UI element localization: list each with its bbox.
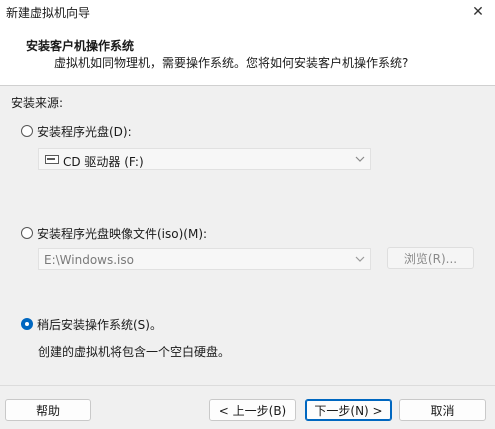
- radio-iso-image[interactable]: [21, 227, 33, 239]
- page-title: 安装客户机操作系统: [26, 39, 135, 53]
- back-button[interactable]: < 上一步(B): [209, 399, 296, 421]
- browse-button[interactable]: 浏览(R)...: [387, 247, 474, 269]
- chevron-down-icon: [355, 256, 365, 262]
- optical-drive-icon: [45, 155, 59, 164]
- radio-row-iso-image[interactable]: 安装程序光盘映像文件(iso)(M):: [21, 225, 207, 241]
- title-bar: 新建虚拟机向导 ✕: [0, 0, 495, 24]
- disc-drive-select[interactable]: CD 驱动器 (F:): [38, 148, 371, 170]
- radio-row-installer-disc[interactable]: 安装程序光盘(D):: [21, 123, 132, 139]
- next-button[interactable]: 下一步(N) >: [305, 399, 392, 421]
- cancel-button[interactable]: 取消: [399, 399, 486, 421]
- footer-divider: [0, 385, 495, 386]
- install-later-description: 创建的虚拟机将包含一个空白硬盘。: [38, 345, 231, 359]
- radio-label-iso-image[interactable]: 安装程序光盘映像文件(iso)(M):: [37, 225, 207, 242]
- radio-label-install-later[interactable]: 稍后安装操作系统(S)。: [37, 316, 162, 333]
- chevron-down-icon: [355, 156, 365, 162]
- iso-path-value: E:\Windows.iso: [44, 253, 134, 267]
- radio-install-later[interactable]: [21, 318, 33, 330]
- help-button[interactable]: 帮助: [5, 399, 91, 421]
- wizard-header: 安装客户机操作系统 虚拟机如同物理机，需要操作系统。您将如何安装客户机操作系统?: [0, 24, 495, 86]
- radio-row-install-later[interactable]: 稍后安装操作系统(S)。: [21, 316, 162, 332]
- disc-drive-value: CD 驱动器 (F:): [63, 155, 144, 169]
- page-subtitle: 虚拟机如同物理机，需要操作系统。您将如何安装客户机操作系统?: [54, 56, 409, 70]
- radio-label-installer-disc[interactable]: 安装程序光盘(D):: [37, 123, 132, 140]
- install-source-label: 安装来源:: [11, 96, 64, 110]
- radio-installer-disc[interactable]: [21, 125, 33, 137]
- iso-path-select[interactable]: E:\Windows.iso: [38, 248, 371, 270]
- close-icon[interactable]: ✕: [469, 3, 487, 21]
- window-title: 新建虚拟机向导: [6, 6, 91, 20]
